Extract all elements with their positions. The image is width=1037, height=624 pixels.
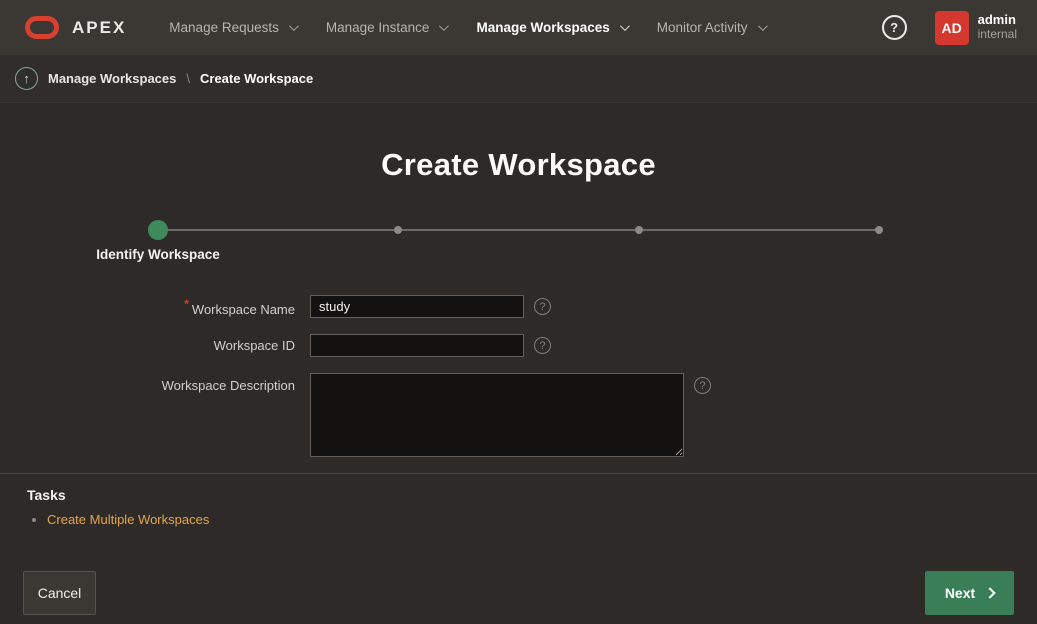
nav-up-button[interactable]: ↑ [15,67,38,90]
workspace-id-help-button[interactable]: ? [534,337,551,354]
breadcrumb-separator: \ [186,71,190,86]
step-dot-4 [875,226,883,234]
cancel-button[interactable]: Cancel [23,571,96,615]
tasks-list-item: Create Multiple Workspaces [47,511,1010,529]
create-multiple-workspaces-link[interactable]: Create Multiple Workspaces [47,512,209,527]
current-step-label: Identify Workspace [96,247,220,262]
workspace-name-input[interactable] [310,295,524,318]
main-content: Create Workspace Identify Workspace *Wor… [0,103,1037,624]
workspace-name-label: *Workspace Name [0,297,310,317]
help-icon: ? [539,301,545,313]
nav-item-label: Manage Requests [169,20,279,35]
required-marker: * [184,297,189,311]
workspace-name-help-button[interactable]: ? [534,298,551,315]
form-row-workspace-name: *Workspace Name ? [0,295,1037,318]
form-row-workspace-id: Workspace ID ? [0,334,1037,357]
workspace-id-input[interactable] [310,334,524,357]
user-menu[interactable]: AD admin internal [935,11,1017,45]
workspace-description-help-button[interactable]: ? [694,377,711,394]
step-dot-2 [394,226,402,234]
user-name: admin [978,13,1017,28]
apex-logo-text: APEX [72,18,126,38]
help-button[interactable]: ? [882,15,907,40]
primary-nav: Manage Requests Manage Instance Manage W… [154,0,779,55]
nav-item-label: Manage Instance [326,20,430,35]
tasks-region: Tasks Create Multiple Workspaces [0,474,1037,529]
wizard-button-bar: Cancel Next [0,571,1037,615]
step-dot-3 [635,226,643,234]
page: APEX Manage Requests Manage Instance Man… [0,0,1037,624]
next-button[interactable]: Next [925,571,1014,615]
nav-item-manage-instance[interactable]: Manage Instance [311,0,462,55]
help-icon: ? [539,340,545,352]
user-info: admin internal [978,13,1017,42]
chevron-down-icon [620,21,630,31]
chevron-down-icon [439,21,449,31]
nav-item-label: Manage Workspaces [476,20,609,35]
chevron-right-icon [985,587,996,598]
tasks-list: Create Multiple Workspaces [27,511,1010,529]
breadcrumb-current: Create Workspace [200,71,313,86]
wizard-progress-stepper: Identify Workspace [158,220,879,240]
step-dot-1-current [148,220,168,240]
user-context: internal [978,28,1017,42]
form-row-workspace-description: Workspace Description ? [0,373,1037,457]
chevron-down-icon [289,21,299,31]
apex-home-link[interactable]: APEX [25,16,126,39]
top-navigation-bar: APEX Manage Requests Manage Instance Man… [0,0,1037,55]
help-icon: ? [890,20,898,35]
topbar-right-group: ? AD admin internal [882,11,1017,45]
avatar: AD [935,11,969,45]
workspace-description-textarea[interactable] [310,373,684,457]
oracle-logo-icon [25,16,59,39]
stepper-track [158,229,879,231]
help-icon: ? [699,380,705,392]
chevron-down-icon [758,21,768,31]
nav-item-manage-workspaces[interactable]: Manage Workspaces [461,0,641,55]
nav-item-manage-requests[interactable]: Manage Requests [154,0,311,55]
breadcrumb: ↑ Manage Workspaces \ Create Workspace [0,55,1037,103]
nav-item-monitor-activity[interactable]: Monitor Activity [642,0,780,55]
workspace-description-label: Workspace Description [0,373,310,393]
breadcrumb-parent-link[interactable]: Manage Workspaces [48,71,176,86]
page-title: Create Workspace [0,103,1037,183]
tasks-heading: Tasks [27,487,1010,503]
up-arrow-icon: ↑ [23,71,30,86]
nav-item-label: Monitor Activity [657,20,748,35]
workspace-id-label: Workspace ID [0,338,310,353]
identify-workspace-form: *Workspace Name ? Workspace ID ? Workspa [0,295,1037,457]
